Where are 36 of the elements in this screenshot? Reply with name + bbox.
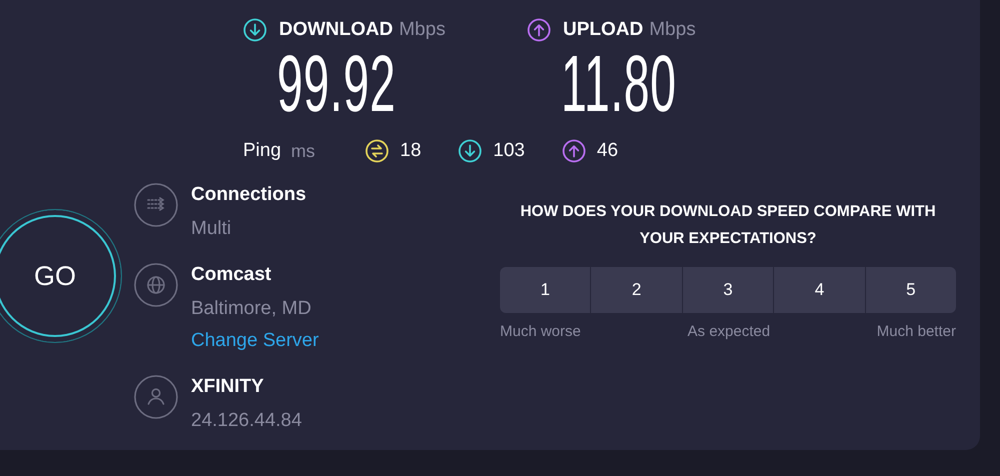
metric-label: DOWNLOAD xyxy=(279,19,393,41)
ping-value: 103 xyxy=(493,140,525,162)
unit-label: ms xyxy=(291,140,316,162)
change-server-link[interactable]: Change Server xyxy=(191,329,319,353)
ping-value: 18 xyxy=(400,140,422,162)
rating-option[interactable]: 4 xyxy=(774,267,865,313)
unit-label: Mbps xyxy=(649,19,696,41)
rating-option[interactable]: 2 xyxy=(591,267,682,313)
upload-icon xyxy=(562,139,586,163)
go-button[interactable]: GO xyxy=(0,209,122,343)
upload-icon xyxy=(527,18,551,42)
detail-title: Comcast xyxy=(191,263,272,287)
scale-label: As expected xyxy=(688,323,770,340)
rating-option[interactable]: 1 xyxy=(500,267,590,313)
detail-value: Multi xyxy=(191,217,232,241)
rating-option[interactable]: 5 xyxy=(866,267,956,313)
scale-label: Much better xyxy=(876,323,956,340)
globe-icon xyxy=(134,263,178,307)
unit-label: Mbps xyxy=(398,19,446,41)
detail-value: Baltimore, MD xyxy=(191,297,312,321)
ping-label: Ping xyxy=(243,140,282,162)
speed-value: 11.80 xyxy=(561,44,677,124)
speed-value: 99.92 xyxy=(277,44,396,124)
detail-title: Connections xyxy=(191,183,306,207)
connections-icon xyxy=(134,183,178,227)
scale-label: Much worse xyxy=(500,323,581,340)
ping-value: 46 xyxy=(596,140,618,162)
rating-option[interactable]: 3 xyxy=(682,267,774,313)
detail-value: 24.126.44.84 xyxy=(191,409,302,433)
download-icon xyxy=(243,18,267,42)
metric-label: UPLOAD xyxy=(563,19,644,41)
user-icon xyxy=(134,375,178,419)
survey-question: HOW DOES YOUR DOWNLOAD SPEED COMPARE WITH YOUR EXPECTATIONS? xyxy=(519,202,937,249)
ping-icon xyxy=(365,139,390,163)
detail-title: XFINITY xyxy=(191,375,265,399)
download-icon xyxy=(458,139,482,163)
